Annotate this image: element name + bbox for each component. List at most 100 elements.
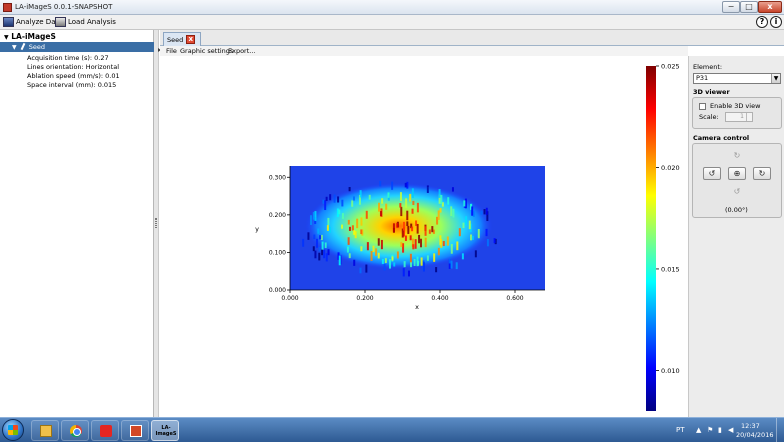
element-select[interactable]: P31 ▼	[693, 73, 781, 84]
rotate-up-icon[interactable]: ↻	[728, 149, 746, 162]
tree-item-seed[interactable]: ▼ Seed	[0, 42, 154, 52]
heatmap-cell	[450, 260, 453, 269]
reset-camera-icon[interactable]: ⊕	[728, 167, 746, 180]
menu-graphic-settings[interactable]: Graphic settings	[180, 47, 233, 55]
start-button[interactable]	[2, 419, 24, 441]
menu-file[interactable]: File	[166, 47, 177, 55]
heatmap-cell	[451, 187, 454, 192]
heatmap-cell	[393, 262, 396, 267]
volume-icon[interactable]: ◀	[728, 426, 733, 434]
show-desktop-button[interactable]	[776, 418, 784, 442]
taskbar-explorer[interactable]	[31, 420, 59, 441]
viewer-title: 3D viewer	[693, 88, 730, 96]
tab-seed[interactable]: Seed x	[163, 32, 201, 46]
heatmap-cell	[377, 252, 380, 259]
heatmap-cell	[329, 194, 332, 201]
menu-export[interactable]: Export...	[228, 47, 255, 55]
heatmap-cell	[378, 202, 381, 212]
scale-value: 1	[740, 113, 744, 120]
network-icon[interactable]: ▮	[718, 426, 722, 434]
taskbar-presentation[interactable]	[121, 420, 149, 441]
language-indicator[interactable]: PT	[676, 426, 685, 434]
scale-spinner[interactable]: 1	[725, 112, 753, 122]
heatmap-cell	[341, 199, 344, 207]
taskbar-la-images[interactable]: LA- ImageS	[151, 420, 179, 441]
heatmap-cell	[314, 250, 317, 259]
heatmap-cell	[409, 235, 412, 241]
rotate-left-icon[interactable]: ↺	[703, 167, 721, 180]
heatmap-cell	[360, 217, 363, 226]
heatmap-cell	[337, 196, 340, 203]
load-analysis-label: Load Analysis	[68, 18, 116, 26]
heatmap-cell	[348, 253, 351, 259]
tree-property: Space interval (mm): 0.015	[27, 81, 117, 89]
heatmap-cell	[317, 228, 320, 234]
heatmap-cell	[385, 203, 388, 210]
heatmap-cell	[433, 253, 436, 262]
help-icon[interactable]: ?	[756, 16, 768, 28]
heatmap-chart[interactable]: 0.000 0.200 0.400 0.600 0.000 0.100 0.200 0.300…	[160, 56, 688, 417]
heatmap-cell	[471, 206, 474, 216]
analyze-data-button[interactable]: Analyze Data	[3, 16, 63, 28]
chevron-down-icon[interactable]: ▼	[771, 74, 780, 83]
load-icon	[55, 17, 66, 27]
heatmap-cell	[372, 245, 375, 253]
rotate-down-icon[interactable]: ↺	[728, 185, 746, 198]
clock-time[interactable]: 12:37	[741, 422, 760, 430]
heatmap-cell	[404, 182, 407, 188]
collapse-icon[interactable]: ▼	[12, 44, 17, 51]
analyze-icon	[3, 17, 14, 27]
colorbar	[646, 66, 656, 411]
heatmap-cell	[396, 251, 399, 259]
heatmap-cell	[321, 249, 324, 256]
heatmap-cell	[465, 216, 468, 225]
tree-root[interactable]: ▼ LA-iMageS	[4, 32, 56, 42]
close-tab-icon[interactable]: x	[186, 35, 196, 44]
rotate-right-icon[interactable]: ↻	[753, 167, 771, 180]
taskbar-pdf-reader[interactable]	[91, 420, 119, 441]
heatmap-cell	[356, 218, 359, 229]
heatmap-cell	[416, 202, 419, 213]
heatmap-cell	[485, 207, 488, 215]
app-icon	[3, 3, 12, 12]
enable-3d-checkbox[interactable]	[699, 103, 706, 110]
heatmap-cell	[468, 220, 471, 230]
camera-title: Camera control	[693, 134, 750, 142]
heatmap-cell	[400, 241, 403, 248]
maximize-button[interactable]: □	[740, 1, 758, 13]
x-tick-label: 0.400	[431, 295, 448, 302]
heatmap-cell	[375, 248, 378, 256]
load-analysis-button[interactable]: Load Analysis	[55, 16, 116, 28]
clock-date[interactable]: 20/04/2016	[736, 431, 773, 439]
heatmap-cell	[416, 256, 419, 267]
heatmap-cell	[438, 189, 441, 198]
x-tick-label: 0.200	[356, 295, 373, 302]
heatmap-cell	[474, 250, 477, 258]
close-window-button[interactable]: x	[758, 1, 782, 13]
heatmap-cell	[322, 199, 325, 204]
spinner-arrows-icon[interactable]	[746, 113, 752, 121]
heatmap-cell	[387, 192, 390, 198]
collapse-icon[interactable]: ▼	[4, 34, 9, 41]
heatmap-cell	[406, 221, 409, 227]
heatmap-cell	[458, 228, 461, 237]
info-icon[interactable]: i	[770, 16, 782, 28]
heatmap-cell	[348, 226, 351, 231]
heatmap-cell	[352, 196, 355, 201]
heatmap-cell	[351, 200, 354, 207]
minimize-button[interactable]: −	[722, 1, 740, 13]
heatmap-cell	[412, 244, 415, 250]
heatmap-cell	[353, 259, 356, 266]
panel-splitter[interactable]	[154, 30, 159, 417]
heatmap-cell	[365, 264, 368, 273]
heatmap-cell	[347, 237, 350, 245]
tray-expand-icon[interactable]: ▲	[696, 426, 701, 434]
heatmap-cell	[420, 257, 423, 266]
heatmap-cell	[403, 261, 406, 268]
heatmap-cell	[448, 258, 451, 264]
heatmap-cell	[327, 249, 330, 256]
heatmap-cell	[321, 241, 324, 251]
heatmap-cell	[416, 223, 419, 234]
taskbar-chrome[interactable]	[61, 420, 89, 441]
flag-icon[interactable]: ⚑	[707, 426, 713, 434]
